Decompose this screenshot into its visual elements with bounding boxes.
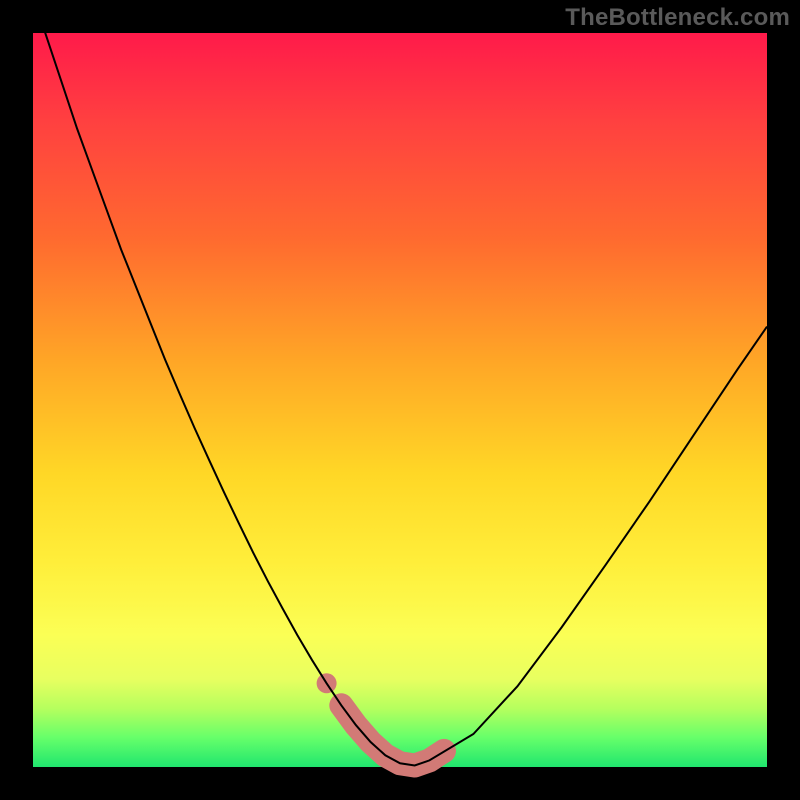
chart-frame: TheBottleneck.com	[0, 0, 800, 800]
watermark: TheBottleneck.com	[565, 4, 790, 32]
chart-svg	[33, 33, 767, 767]
bottleneck-curve	[33, 0, 767, 766]
highlight-segment	[341, 705, 444, 765]
